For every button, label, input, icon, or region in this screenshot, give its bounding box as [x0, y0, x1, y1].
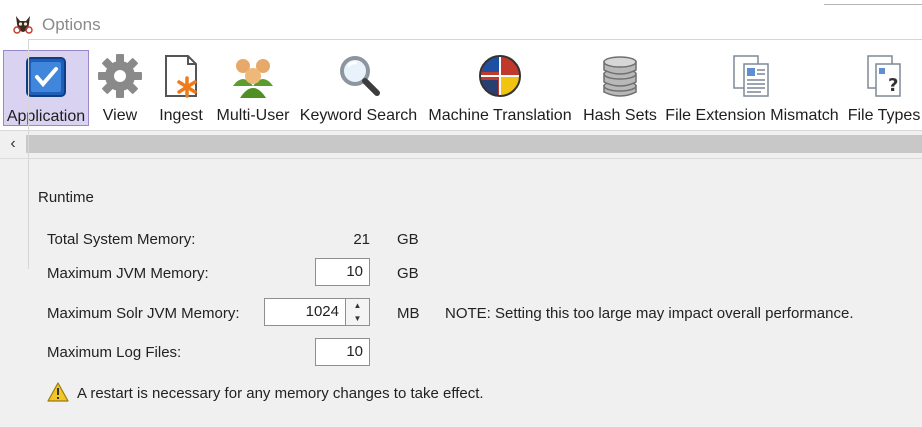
max-solr-input[interactable]: 1024	[264, 298, 346, 326]
max-jvm-unit: GB	[397, 265, 419, 282]
window-title: Options	[42, 15, 101, 34]
total-memory-unit: GB	[397, 231, 419, 248]
max-jvm-input[interactable]: 10	[315, 258, 370, 286]
spinner-down-icon[interactable]: ▼	[346, 312, 369, 325]
spinner-up-icon[interactable]: ▲	[346, 299, 369, 312]
max-log-label: Maximum Log Files:	[47, 344, 182, 361]
solr-note: NOTE: Setting this too large may impact …	[445, 305, 854, 322]
total-memory-label: Total System Memory:	[47, 231, 196, 248]
max-solr-spinner[interactable]: ▲ ▼	[346, 298, 370, 326]
title-edge-line	[824, 4, 922, 5]
runtime-group-title: Runtime	[35, 189, 97, 206]
max-solr-unit: MB	[397, 305, 420, 322]
total-memory-value: 21	[353, 231, 370, 248]
max-jvm-label: Maximum JVM Memory:	[47, 265, 209, 282]
chevron-left-icon[interactable]: ‹	[4, 133, 22, 155]
app-logo-icon	[13, 16, 33, 34]
max-solr-label: Maximum Solr JVM Memory:	[47, 305, 240, 322]
max-log-input[interactable]: 10	[315, 338, 370, 366]
warning-icon	[47, 382, 69, 402]
restart-warning: A restart is necessary for any memory ch…	[77, 385, 484, 402]
